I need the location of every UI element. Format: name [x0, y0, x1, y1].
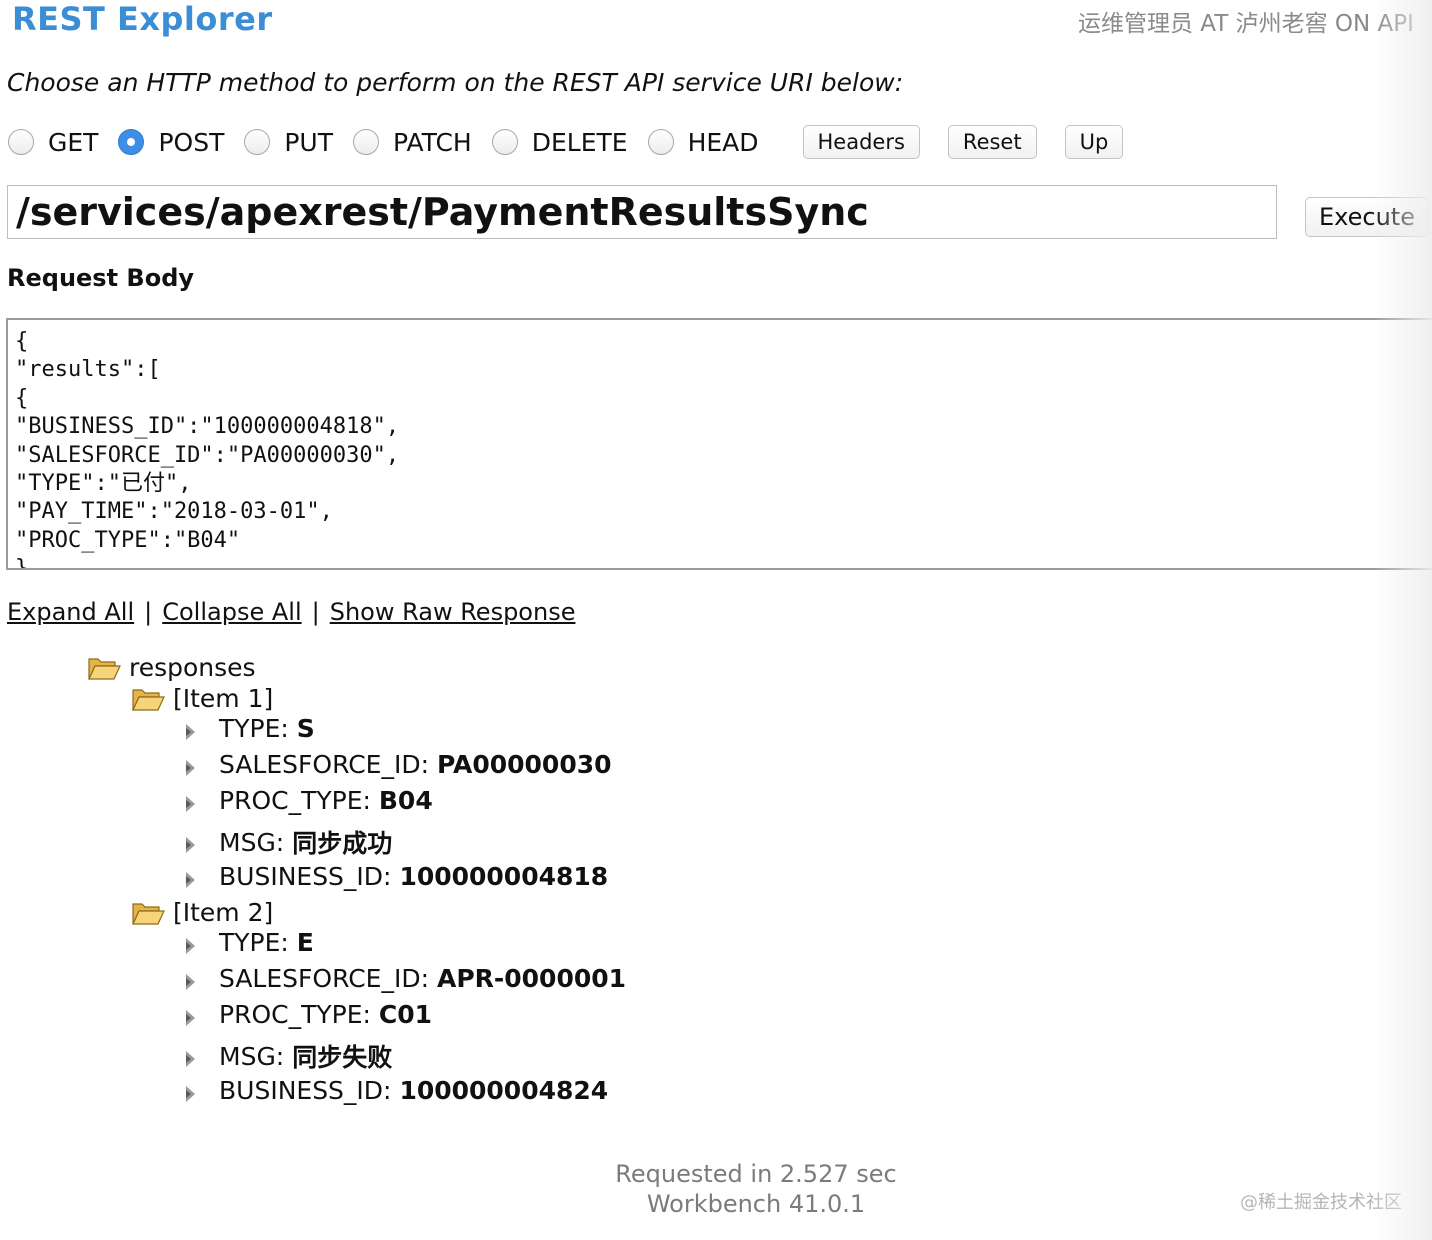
tree-field: BUSINESS_ID: 100000004818 [183, 862, 608, 891]
method-label: PATCH [393, 127, 472, 157]
link-separator: | [144, 598, 153, 626]
field-value: B04 [378, 786, 433, 815]
tree-leaf-icon [183, 755, 199, 776]
reset-button[interactable]: Reset [947, 125, 1037, 159]
tree-node-label: responses [129, 653, 256, 682]
field-value: 100000004818 [399, 862, 609, 891]
tree-leaf-icon [183, 1005, 199, 1026]
response-links: Expand All | Collapse All | Show Raw Respons… [7, 598, 575, 626]
body-line: { [15, 385, 29, 411]
tree-leaf-icon [183, 832, 199, 853]
method-put[interactable]: PUT [244, 128, 333, 157]
body-line: "results":[ [15, 357, 161, 383]
tree-field: BUSINESS_ID: 100000004824 [183, 1076, 608, 1105]
user-info: 运维管理员 AT 泸州老窖 ON API [1078, 11, 1414, 37]
radio-patch[interactable] [353, 129, 380, 155]
show-raw-response-link[interactable]: Show Raw Response [330, 598, 576, 626]
tree-node-label: [Item 1] [173, 684, 274, 713]
tree-field: MSG: 同步成功 [183, 824, 392, 860]
body-line: { [15, 329, 29, 354]
method-label: HEAD [687, 127, 759, 157]
expand-all-link[interactable]: Expand All [7, 598, 134, 626]
tree-root-responses[interactable]: responses [87, 653, 256, 682]
method-patch[interactable]: PATCH [353, 128, 472, 157]
execute-button[interactable]: Execute [1305, 197, 1429, 237]
tree-leaf-icon [183, 933, 199, 954]
body-line: "BUSINESS_ID":"100000004818", [15, 414, 400, 440]
request-body-title: Request Body [7, 264, 195, 292]
tree-field: TYPE: S [183, 714, 315, 743]
radio-head[interactable] [647, 129, 674, 155]
radio-post[interactable] [118, 129, 145, 155]
open-folder-icon [131, 900, 165, 926]
method-head[interactable]: HEAD [647, 127, 759, 157]
method-selector: GET POST PUT PATCH DELETE HEAD Headers R… [8, 122, 1151, 162]
open-folder-icon [131, 686, 165, 712]
body-line: "TYPE":"已付", [15, 471, 192, 497]
tree-node-label: [Item 2] [173, 898, 274, 927]
field-key: MSG: [219, 1041, 285, 1071]
method-label: POST [158, 127, 225, 157]
instruction-text: Choose an HTTP method to perform on the … [7, 68, 904, 97]
method-label: GET [48, 127, 99, 157]
body-line: "PAY_TIME":"2018-03-01", [15, 499, 333, 525]
collapse-all-link[interactable]: Collapse All [162, 598, 301, 626]
tree-leaf-icon [183, 867, 199, 888]
field-value: S [296, 714, 315, 743]
field-key: TYPE: [219, 714, 289, 743]
body-line: "PROC_TYPE":"B04" [15, 527, 241, 553]
field-value: C01 [378, 1000, 433, 1029]
body-line: } [15, 556, 29, 570]
tree-field: PROC_TYPE: C01 [183, 1000, 432, 1029]
tree-item-2[interactable]: [Item 2] [131, 898, 273, 927]
radio-delete[interactable] [491, 129, 518, 155]
field-key: PROC_TYPE: [219, 786, 371, 815]
field-key: BUSINESS_ID: [219, 862, 392, 891]
tree-field: PROC_TYPE: B04 [183, 786, 433, 815]
tree-field: TYPE: E [183, 928, 314, 957]
radio-get[interactable] [8, 129, 34, 155]
edge-shadow [1372, 0, 1432, 1240]
link-separator: | [311, 598, 320, 626]
uri-input[interactable] [7, 185, 1277, 239]
field-value: 同步失败 [292, 1043, 393, 1072]
field-value: PA00000030 [436, 750, 612, 779]
radio-put[interactable] [244, 129, 271, 155]
field-key: TYPE: [219, 928, 289, 957]
headers-button[interactable]: Headers [802, 125, 920, 159]
field-value: E [296, 928, 314, 957]
tree-field: SALESFORCE_ID: PA00000030 [183, 750, 612, 779]
method-delete[interactable]: DELETE [491, 127, 628, 157]
up-button[interactable]: Up [1064, 125, 1124, 159]
open-folder-icon [87, 655, 121, 681]
method-label: PUT [284, 127, 334, 157]
request-body-textarea[interactable]: { "results":[ { "BUSINESS_ID":"100000004… [6, 318, 1432, 570]
field-value: 100000004824 [399, 1076, 609, 1105]
watermark: @稀土掘金技术社区 [1240, 1192, 1402, 1213]
field-key: BUSINESS_ID: [219, 1076, 392, 1105]
app-title: REST Explorer [12, 0, 273, 38]
method-label: DELETE [531, 127, 628, 157]
tree-field: MSG: 同步失败 [183, 1038, 392, 1074]
field-key: SALESFORCE_ID: [219, 964, 430, 993]
field-value: 同步成功 [292, 829, 393, 858]
field-key: MSG: [219, 827, 285, 857]
tree-leaf-icon [183, 1081, 199, 1102]
tree-leaf-icon [183, 791, 199, 812]
field-value: APR-0000001 [436, 964, 627, 993]
field-key: SALESFORCE_ID: [219, 750, 430, 779]
tree-leaf-icon [183, 719, 199, 740]
tree-field: SALESFORCE_ID: APR-0000001 [183, 964, 626, 993]
field-key: PROC_TYPE: [219, 1000, 371, 1029]
method-post[interactable]: POST [118, 128, 224, 157]
tree-item-1[interactable]: [Item 1] [131, 684, 273, 713]
method-get[interactable]: GET [8, 128, 98, 157]
tree-leaf-icon [183, 969, 199, 990]
request-time: Requested in 2.527 sec [615, 1160, 897, 1188]
body-line: "SALESFORCE_ID":"PA00000030", [15, 442, 400, 468]
tree-leaf-icon [183, 1046, 199, 1067]
workbench-version: Workbench 41.0.1 [646, 1190, 866, 1218]
